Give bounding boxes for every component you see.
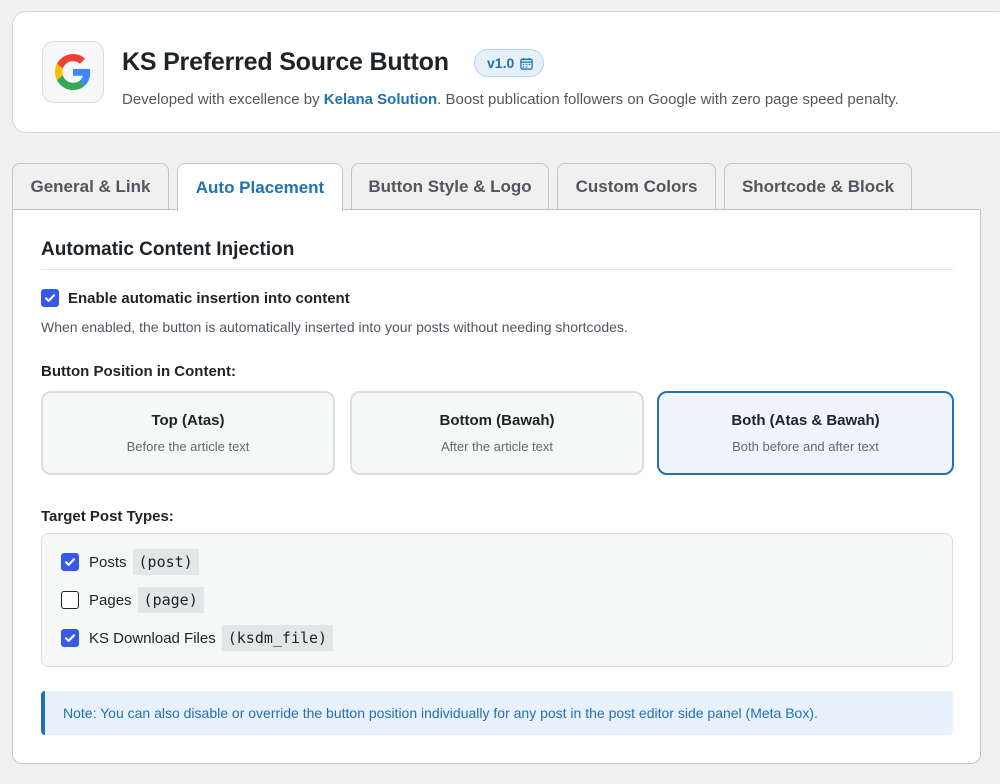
tab-general-link[interactable]: General & Link (12, 163, 169, 210)
subtitle-suffix: . Boost publication followers on Google … (437, 91, 899, 108)
post-type-ksdm-file-checkbox[interactable] (61, 629, 79, 647)
post-type-label: KS Download Files (89, 629, 216, 647)
post-type-label: Posts (89, 553, 127, 571)
checkmark-icon (44, 294, 56, 302)
position-option-both[interactable]: Both (Atas & Bawah) Both before and afte… (657, 391, 954, 475)
position-option-desc: Before the article text (126, 439, 250, 454)
tab-auto-placement[interactable]: Auto Placement (177, 163, 343, 211)
post-type-slug: (page) (137, 587, 204, 613)
position-option-desc: Both before and after text (732, 439, 879, 454)
post-type-posts[interactable]: Posts (post) (61, 549, 199, 575)
post-type-pages[interactable]: Pages (page) (61, 587, 204, 613)
enable-auto-insert-label: Enable automatic insertion into content (68, 289, 350, 307)
meta-box-note: Note: You can also disable or override t… (41, 691, 953, 735)
calendar-icon (520, 57, 533, 70)
checkmark-icon (64, 634, 76, 642)
section-divider (41, 269, 953, 270)
google-g-icon (55, 54, 91, 90)
version-badge: v1.0 (474, 49, 545, 77)
plugin-header-card: KS Preferred Source Button v1.0 Develope… (12, 11, 1000, 133)
auto-placement-panel: Automatic Content Injection Enable autom… (12, 209, 981, 764)
subtitle-prefix: Developed with excellence by (122, 91, 324, 108)
version-label: v1.0 (487, 55, 515, 71)
enable-auto-insert-description: When enabled, the button is automaticall… (41, 319, 628, 335)
kelana-solution-link[interactable]: Kelana Solution (324, 91, 437, 108)
target-post-types-label: Target Post Types: (41, 508, 174, 525)
post-type-label: Pages (89, 591, 132, 609)
position-option-title: Both (Atas & Bawah) (731, 412, 880, 429)
plugin-title: KS Preferred Source Button (122, 48, 449, 76)
tab-custom-colors[interactable]: Custom Colors (557, 163, 716, 210)
tab-button-style-logo[interactable]: Button Style & Logo (351, 163, 549, 210)
post-type-slug: (post) (132, 549, 199, 575)
post-types-list: Posts (post) Pages (page) KS Download Fi… (41, 533, 953, 667)
plugin-subtitle: Developed with excellence by Kelana Solu… (122, 91, 899, 108)
post-type-posts-checkbox[interactable] (61, 553, 79, 571)
post-type-pages-checkbox[interactable] (61, 591, 79, 609)
position-option-title: Bottom (Bawah) (439, 412, 555, 429)
plugin-logo (42, 41, 104, 103)
enable-auto-insert[interactable]: Enable automatic insertion into content (41, 289, 350, 307)
checkmark-icon (64, 558, 76, 566)
button-position-label: Button Position in Content: (41, 363, 236, 380)
enable-auto-insert-checkbox[interactable] (41, 289, 59, 307)
post-type-ksdm-file[interactable]: KS Download Files (ksdm_file) (61, 625, 334, 651)
post-type-slug: (ksdm_file) (221, 625, 334, 651)
tab-shortcode-block[interactable]: Shortcode & Block (724, 163, 912, 210)
position-option-title: Top (Atas) (151, 412, 225, 429)
section-title: Automatic Content Injection (41, 239, 295, 260)
position-option-top[interactable]: Top (Atas) Before the article text (41, 391, 335, 475)
position-option-desc: After the article text (441, 439, 553, 454)
position-option-bottom[interactable]: Bottom (Bawah) After the article text (350, 391, 644, 475)
